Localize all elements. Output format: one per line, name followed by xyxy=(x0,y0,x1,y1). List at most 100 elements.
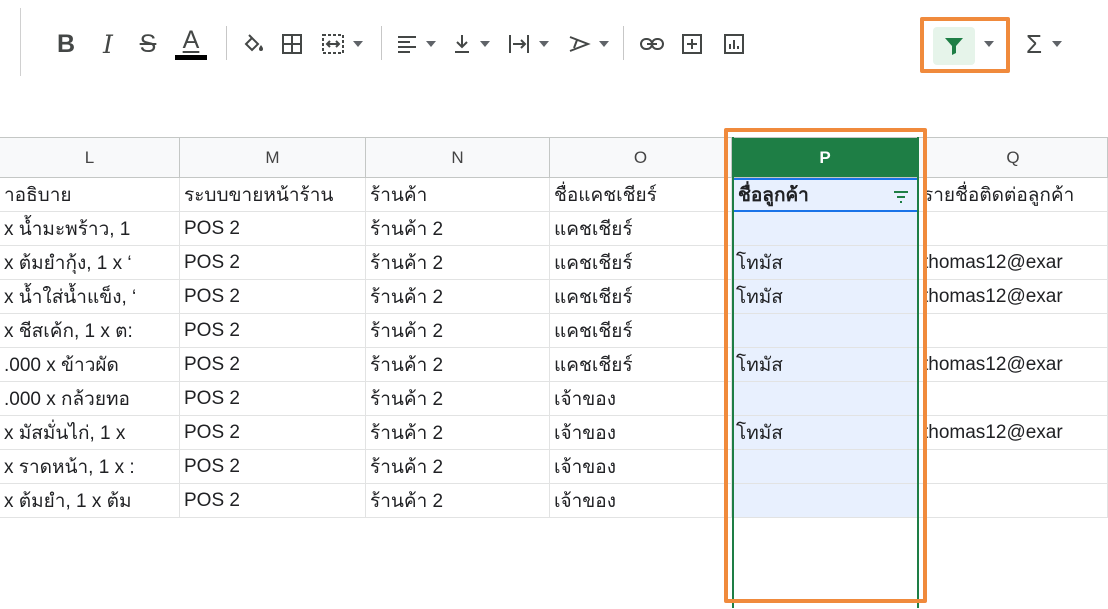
strikethrough-button[interactable]: S xyxy=(133,24,163,64)
chevron-down-icon xyxy=(599,41,609,47)
cell-O[interactable]: แคชเชียร์ xyxy=(550,212,732,246)
table-row: .000 x ข้าวผัด POS 2 ร้านค้า 2 แคชเชียร์ โทม… xyxy=(0,348,1108,382)
cell-L[interactable]: .000 x ข้าวผัด xyxy=(0,348,180,382)
link-icon xyxy=(640,38,664,50)
cell-N-header[interactable]: ร้านค้า xyxy=(366,178,550,212)
text-wrap-icon xyxy=(509,35,529,53)
column-P-highlight-box xyxy=(724,128,927,603)
italic-icon: I xyxy=(103,29,113,59)
chevron-down-icon xyxy=(353,41,363,47)
cell-O[interactable]: แคชเชียร์ xyxy=(550,348,732,382)
cell-Q[interactable]: thomas12@exar xyxy=(919,348,1108,382)
insert-link-button[interactable] xyxy=(636,24,668,64)
cell-Q[interactable]: thomas12@exar xyxy=(919,280,1108,314)
table-row: x น้ำใส่น้ำแข็ง, ‘POS 2 ร้านค้า 2 แคชเชียร… xyxy=(0,280,1108,314)
functions-icon: Σ xyxy=(1025,28,1043,59)
toolbar-separator xyxy=(623,26,624,60)
cell-M[interactable]: POS 2 xyxy=(180,314,366,348)
cell-Q[interactable] xyxy=(919,484,1108,518)
cell-N[interactable]: ร้านค้า 2 xyxy=(366,246,550,280)
chevron-down-icon xyxy=(539,41,549,47)
cell-N[interactable]: ร้านค้า 2 xyxy=(366,348,550,382)
chevron-down-icon xyxy=(480,41,490,47)
cell-L[interactable]: x ชีสเค้ก, 1 x ต: xyxy=(0,314,180,348)
column-header-N[interactable]: N xyxy=(366,138,550,178)
text-wrap-button[interactable] xyxy=(501,24,555,64)
text-color-button[interactable]: A xyxy=(173,24,209,64)
table-row: x ต้มยำกุ้ง, 1 x ‘POS 2 ร้านค้า 2 แคชเชียร… xyxy=(0,246,1108,280)
horizontal-align-button[interactable] xyxy=(391,24,441,64)
fill-color-button[interactable] xyxy=(239,24,269,64)
text-rotation-button[interactable] xyxy=(561,24,615,64)
insert-comment-button[interactable] xyxy=(676,24,708,64)
cell-N[interactable]: ร้านค้า 2 xyxy=(366,280,550,314)
cell-Q[interactable]: thomas12@exar xyxy=(919,416,1108,450)
cell-O-header[interactable]: ชื่อแคชเชียร์ xyxy=(550,178,732,212)
cell-L[interactable]: .000 x กล้วยทอ xyxy=(0,382,180,416)
filter-highlight-box xyxy=(920,17,1010,73)
insert-chart-button[interactable] xyxy=(718,24,750,64)
bold-icon: B xyxy=(56,29,76,58)
table-row: .000 x กล้วยทอ POS 2 ร้านค้า 2 เจ้าของ xyxy=(0,382,1108,416)
cell-Q-header[interactable]: รายชื่อติดต่อลูกค้า xyxy=(919,178,1108,212)
toolbar-separator xyxy=(226,26,227,60)
cell-M[interactable]: POS 2 xyxy=(180,348,366,382)
cell-L[interactable]: x ต้มยำ, 1 x ต้ม xyxy=(0,484,180,518)
cell-L-header[interactable]: าอธิบาย xyxy=(0,178,180,212)
cell-L[interactable]: x ต้มยำกุ้ง, 1 x ‘ xyxy=(0,246,180,280)
cell-O[interactable]: แคชเชียร์ xyxy=(550,280,732,314)
comment-icon xyxy=(682,34,702,54)
chevron-down-icon xyxy=(426,41,436,47)
table-row: x น้ำมะพร้าว, 1 POS 2 ร้านค้า 2 แคชเชียร์ xyxy=(0,212,1108,246)
align-horizontal-icon xyxy=(398,36,416,53)
text-color-swatch xyxy=(175,55,207,60)
cell-N[interactable]: ร้านค้า 2 xyxy=(366,450,550,484)
cell-M[interactable]: POS 2 xyxy=(180,212,366,246)
cell-M[interactable]: POS 2 xyxy=(180,484,366,518)
cell-O[interactable]: เจ้าของ xyxy=(550,484,732,518)
merge-cells-icon xyxy=(322,34,344,54)
cell-M[interactable]: POS 2 xyxy=(180,280,366,314)
borders-icon xyxy=(282,34,302,54)
functions-button[interactable]: Σ xyxy=(1019,24,1069,64)
cell-Q[interactable] xyxy=(919,382,1108,416)
cell-M[interactable]: POS 2 xyxy=(180,450,366,484)
text-color-icon: A xyxy=(182,26,200,54)
merge-cells-button[interactable] xyxy=(315,24,369,64)
cell-Q[interactable] xyxy=(919,212,1108,246)
table-row: x มัสมั่นไก่, 1 x POS 2 ร้านค้า 2 เจ้าของ โท… xyxy=(0,416,1108,450)
italic-button[interactable]: I xyxy=(93,24,123,64)
cell-M[interactable]: POS 2 xyxy=(180,246,366,280)
cell-L[interactable]: x ราดหน้า, 1 x : xyxy=(0,450,180,484)
cell-O[interactable]: แคชเชียร์ xyxy=(550,246,732,280)
cell-O[interactable]: เจ้าของ xyxy=(550,416,732,450)
cell-O[interactable]: เจ้าของ xyxy=(550,382,732,416)
cell-N[interactable]: ร้านค้า 2 xyxy=(366,314,550,348)
cell-N[interactable]: ร้านค้า 2 xyxy=(366,484,550,518)
cell-Q[interactable] xyxy=(919,314,1108,348)
cell-N[interactable]: ร้านค้า 2 xyxy=(366,212,550,246)
cell-M[interactable]: POS 2 xyxy=(180,416,366,450)
cell-O[interactable]: เจ้าของ xyxy=(550,450,732,484)
cell-L[interactable]: x มัสมั่นไก่, 1 x xyxy=(0,416,180,450)
cell-N[interactable]: ร้านค้า 2 xyxy=(366,382,550,416)
chevron-down-icon xyxy=(1052,41,1063,47)
column-header-M[interactable]: M xyxy=(180,138,366,178)
table-row: x ราดหน้า, 1 x : POS 2 ร้านค้า 2 เจ้าของ xyxy=(0,450,1108,484)
cell-L[interactable]: x น้ำมะพร้าว, 1 xyxy=(0,212,180,246)
fill-color-icon xyxy=(244,34,263,52)
cell-Q[interactable]: thomas12@exar xyxy=(919,246,1108,280)
cell-N[interactable]: ร้านค้า 2 xyxy=(366,416,550,450)
cell-O[interactable]: แคชเชียร์ xyxy=(550,314,732,348)
chart-icon xyxy=(724,34,744,54)
cell-M-header[interactable]: ระบบขายหน้าร้าน xyxy=(180,178,366,212)
column-header-L[interactable]: L xyxy=(0,138,180,178)
column-header-O[interactable]: O xyxy=(550,138,732,178)
cell-L[interactable]: x น้ำใส่น้ำแข็ง, ‘ xyxy=(0,280,180,314)
cell-Q[interactable] xyxy=(919,450,1108,484)
borders-button[interactable] xyxy=(277,24,307,64)
column-header-Q[interactable]: Q xyxy=(919,138,1108,178)
cell-M[interactable]: POS 2 xyxy=(180,382,366,416)
vertical-align-button[interactable] xyxy=(446,24,496,64)
bold-button[interactable]: B xyxy=(51,24,81,64)
